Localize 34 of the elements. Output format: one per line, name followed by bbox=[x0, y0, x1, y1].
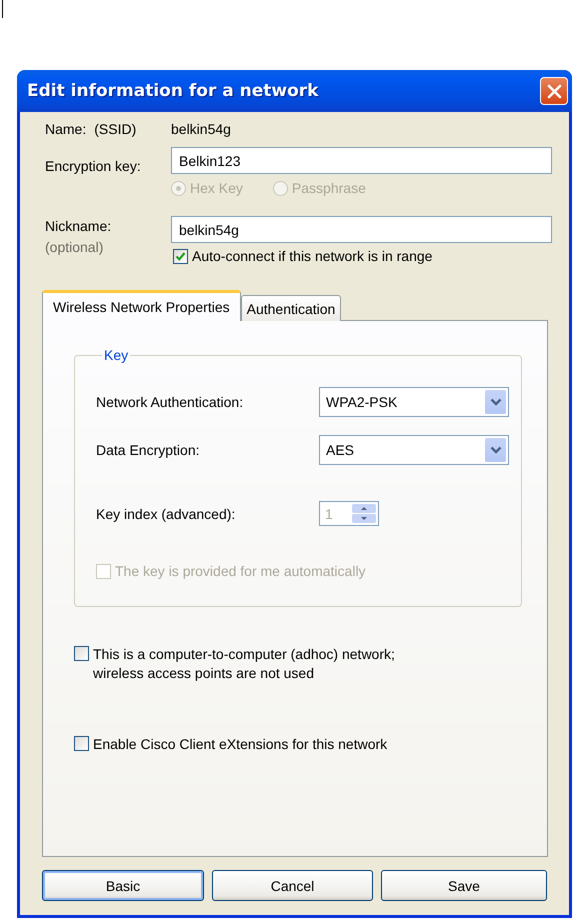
text-cursor bbox=[2, 0, 3, 18]
checkbox-label: This is a computer-to-computer (adhoc) network; wireless access points are not used bbox=[93, 645, 395, 683]
checkbox-label: The key is provided for me automatically bbox=[115, 563, 366, 579]
dialog-button[interactable]: Save bbox=[381, 870, 547, 901]
group-title: Key bbox=[103, 347, 130, 363]
window-title: Edit information for a network bbox=[27, 81, 318, 101]
network-name: belkin54g bbox=[171, 121, 232, 137]
checkbox[interactable] bbox=[173, 248, 188, 264]
field-label: Key index (advanced): bbox=[96, 506, 236, 522]
field-label: Encryption key: bbox=[45, 156, 142, 174]
checkbox[interactable] bbox=[74, 646, 89, 661]
input-field[interactable]: Belkin123 bbox=[171, 147, 552, 174]
dialog-button[interactable]: Basic bbox=[42, 870, 204, 901]
radio-label: Passphrase bbox=[292, 180, 366, 196]
field-label: Name: bbox=[45, 121, 86, 137]
chevron-down-icon bbox=[490, 398, 502, 406]
field-qualifier: (SSID) bbox=[94, 121, 136, 137]
checkbox-label: Auto-connect if this network is in range bbox=[192, 248, 432, 264]
checkbox-label: Enable Cisco Client eXtensions for this network bbox=[93, 735, 388, 754]
dropdown[interactable]: WPA2-PSK bbox=[319, 387, 509, 417]
close-icon bbox=[546, 84, 562, 98]
dialog-button[interactable]: Cancel bbox=[212, 870, 373, 901]
dropdown[interactable]: AES bbox=[319, 435, 509, 465]
field-label: Nickname: bbox=[45, 217, 112, 236]
input-field[interactable]: belkin54g bbox=[171, 216, 552, 243]
checkbox[interactable] bbox=[74, 736, 89, 751]
field-hint: (optional) bbox=[45, 238, 104, 257]
field-label: Data Encryption: bbox=[96, 442, 200, 458]
close-button[interactable] bbox=[540, 77, 568, 105]
field-label: Network Authentication: bbox=[96, 394, 244, 410]
radio-label: Hex Key bbox=[190, 180, 243, 196]
tab[interactable]: Wireless Network Properties bbox=[42, 290, 241, 321]
chevron-down-icon bbox=[490, 446, 502, 454]
tab[interactable]: Authentication bbox=[240, 295, 342, 321]
